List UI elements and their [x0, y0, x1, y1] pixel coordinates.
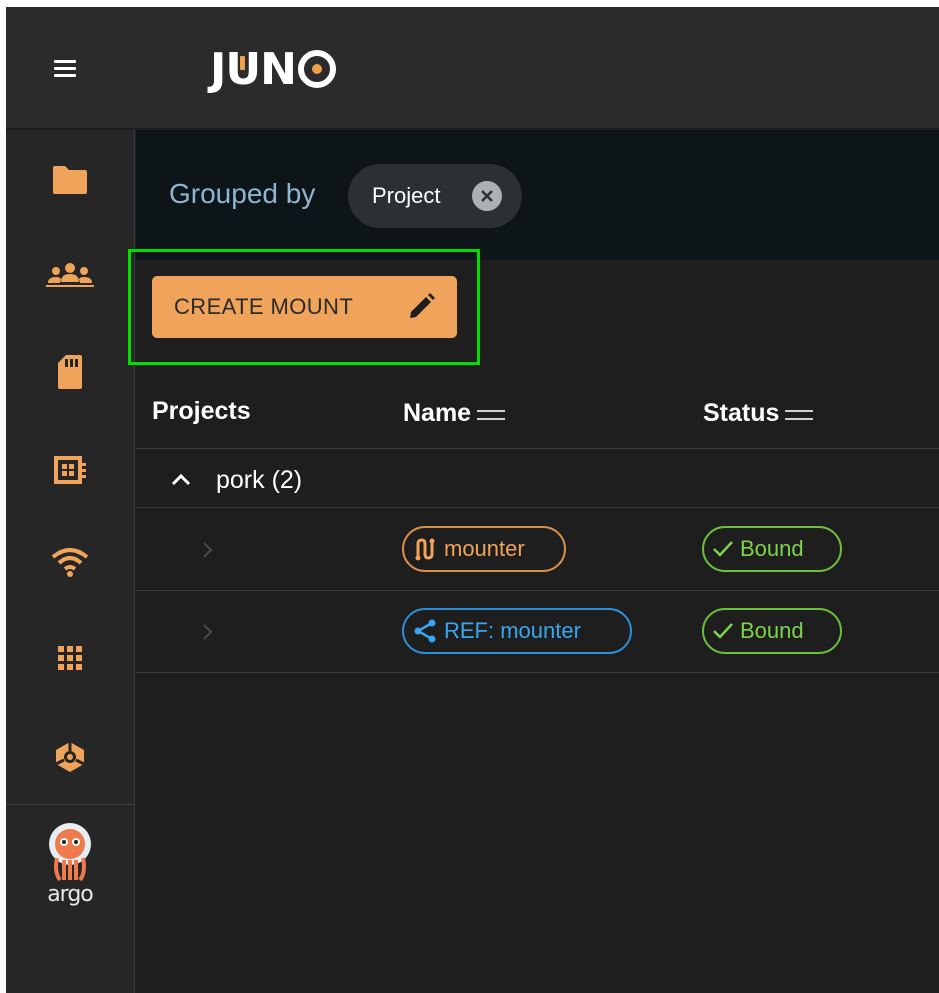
- name-text: REF: mounter: [444, 618, 581, 643]
- group-row-pork[interactable]: pork (2): [136, 450, 939, 508]
- column-header-projects: Projects: [152, 397, 251, 426]
- cube-icon: [55, 742, 85, 772]
- column-label: Name: [403, 399, 472, 427]
- group-chip-project[interactable]: Project: [348, 164, 522, 228]
- wifi-icon: [51, 548, 89, 577]
- create-mount-button[interactable]: CREATE MOUNT: [152, 276, 457, 338]
- nav-item-dashboard[interactable]: [6, 425, 134, 515]
- nav-divider: [6, 804, 134, 805]
- chevron-right-icon[interactable]: [196, 617, 220, 647]
- name-text: mounter: [444, 536, 525, 561]
- table-row[interactable]: mounter Bound: [136, 509, 939, 591]
- mount-icon: [415, 538, 435, 561]
- argo-logo-icon: [49, 823, 91, 882]
- table-row[interactable]: REF: mounter Bound: [136, 591, 939, 673]
- argo-label: argo: [47, 882, 94, 907]
- status-badge: Bound: [702, 526, 842, 572]
- status-text: Bound: [740, 618, 804, 643]
- table-header: Projects Name Status: [136, 367, 939, 449]
- close-icon[interactable]: [472, 181, 502, 211]
- nav-item-folder[interactable]: [6, 135, 134, 225]
- drag-handle-icon[interactable]: [785, 410, 814, 420]
- chevron-right-icon[interactable]: [196, 535, 220, 565]
- status-text: Bound: [740, 536, 804, 561]
- nav-item-people[interactable]: [6, 230, 134, 320]
- check-icon: [713, 623, 733, 639]
- nav-item-network[interactable]: [6, 517, 134, 607]
- app-logo: JUN: [210, 39, 336, 99]
- nav-item-cube[interactable]: [6, 712, 134, 802]
- folder-icon: [53, 166, 87, 194]
- drag-handle-icon[interactable]: [477, 410, 506, 420]
- nav-item-storage[interactable]: [6, 327, 134, 417]
- hamburger-menu-icon[interactable]: [50, 54, 86, 84]
- grouped-by-label: Grouped by: [169, 178, 316, 209]
- status-badge: Bound: [702, 608, 842, 654]
- group-by-bar: Grouped by Project: [136, 130, 939, 260]
- argo-link[interactable]: argo: [30, 820, 110, 920]
- name-pill[interactable]: mounter: [402, 526, 566, 572]
- share-icon: [414, 619, 436, 643]
- group-chip-label: Project: [372, 183, 441, 208]
- sd-card-icon: [58, 355, 82, 389]
- app-bar: JUN: [6, 7, 939, 129]
- people-icon: [46, 263, 94, 287]
- nav-item-apps[interactable]: [6, 613, 134, 703]
- left-nav: argo: [6, 130, 135, 993]
- chevron-up-icon[interactable]: [166, 465, 196, 495]
- create-mount-label: CREATE MOUNT: [174, 294, 354, 319]
- column-label: Projects: [152, 397, 251, 425]
- column-label: Status: [703, 399, 780, 427]
- column-header-status[interactable]: Status: [703, 399, 814, 428]
- group-name: pork (2): [216, 466, 303, 494]
- dashboard-icon: [54, 456, 86, 484]
- check-icon: [713, 541, 733, 557]
- column-header-name[interactable]: Name: [403, 399, 506, 428]
- apps-grid-icon: [58, 646, 82, 670]
- name-pill[interactable]: REF: mounter: [402, 608, 632, 654]
- pencil-icon: [410, 293, 435, 318]
- app-window: JUN argo Grouped by Project CREATE MOUNT…: [6, 7, 939, 993]
